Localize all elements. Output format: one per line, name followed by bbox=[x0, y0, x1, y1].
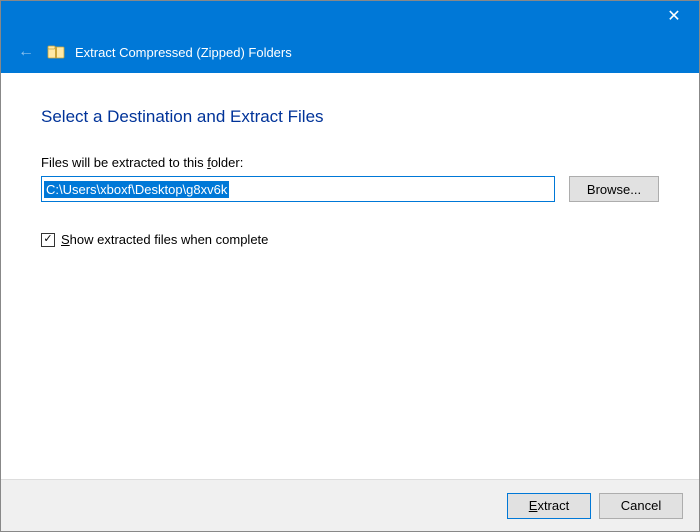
zip-folder-icon bbox=[47, 43, 65, 61]
path-label: Files will be extracted to this folder: bbox=[41, 155, 659, 170]
path-row: C:\Users\xboxf\Desktop\g8xv6k Browse... bbox=[41, 176, 659, 202]
path-selection: C:\Users\xboxf\Desktop\g8xv6k bbox=[44, 181, 229, 198]
navbar: ← Extract Compressed (Zipped) Folders bbox=[1, 31, 699, 73]
navbar-title: Extract Compressed (Zipped) Folders bbox=[75, 45, 292, 60]
close-icon: ✕ bbox=[667, 6, 680, 26]
titlebar: ✕ bbox=[1, 1, 699, 31]
back-arrow-icon: ← bbox=[18, 43, 34, 61]
extract-button[interactable]: Extract bbox=[507, 493, 591, 519]
page-heading: Select a Destination and Extract Files bbox=[41, 107, 659, 127]
show-files-checkbox-row: ✓ Show extracted files when complete bbox=[41, 232, 659, 247]
cancel-button[interactable]: Cancel bbox=[599, 493, 683, 519]
show-files-checkbox[interactable]: ✓ bbox=[41, 233, 55, 247]
extract-wizard-window: ✕ ← Extract Compressed (Zipped) Folders … bbox=[0, 0, 700, 532]
content-area: Select a Destination and Extract Files F… bbox=[1, 73, 699, 479]
footer: Extract Cancel bbox=[1, 479, 699, 531]
browse-button[interactable]: Browse... bbox=[569, 176, 659, 202]
show-files-checkbox-label[interactable]: Show extracted files when complete bbox=[61, 232, 268, 247]
back-button: ← bbox=[15, 41, 37, 63]
destination-path-input[interactable]: C:\Users\xboxf\Desktop\g8xv6k bbox=[41, 176, 555, 202]
check-icon: ✓ bbox=[43, 234, 52, 245]
close-button[interactable]: ✕ bbox=[653, 2, 695, 30]
